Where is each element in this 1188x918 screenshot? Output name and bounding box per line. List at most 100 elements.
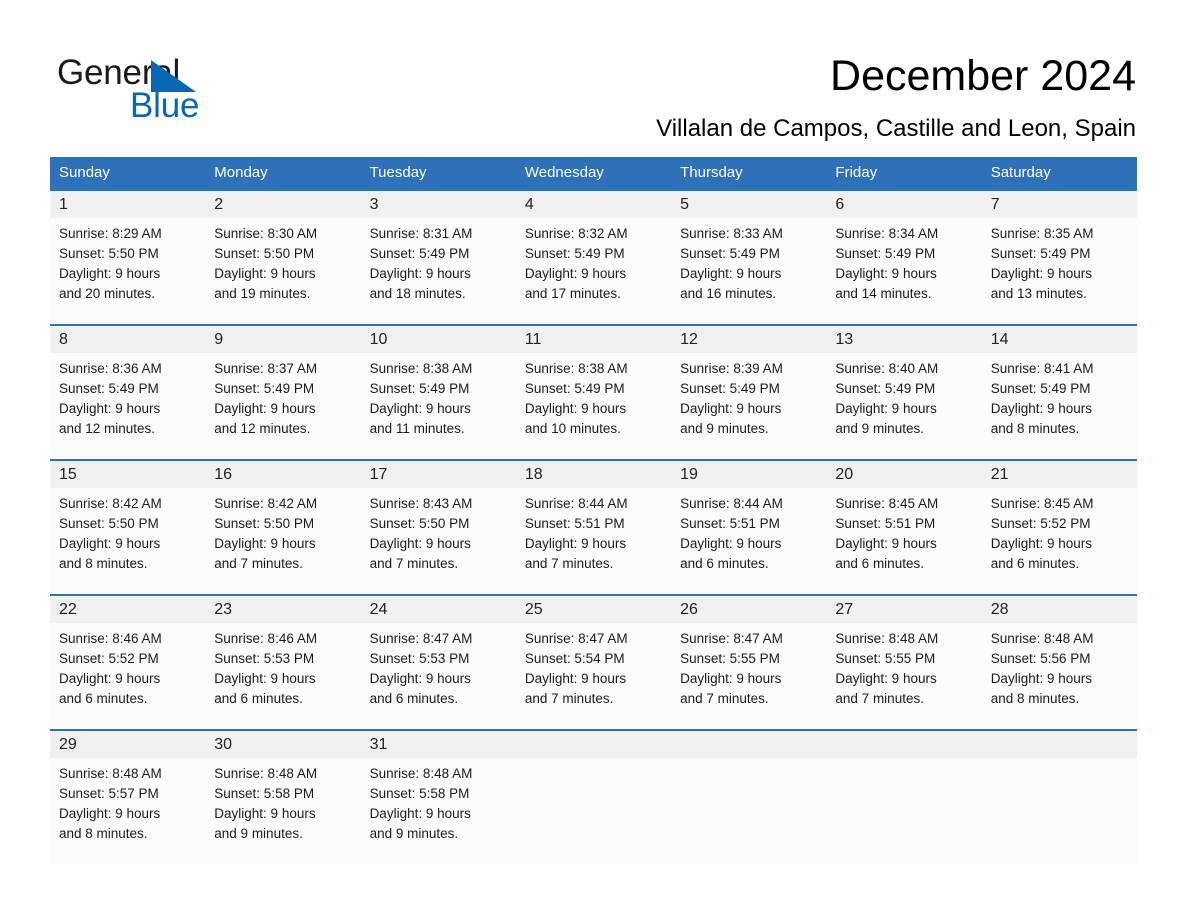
day-cell[interactable]: Sunrise: 8:36 AM Sunset: 5:49 PM Dayligh… bbox=[50, 353, 205, 459]
day-number-band: 15 16 17 18 19 20 21 bbox=[50, 461, 1137, 488]
daylight-text-line1: Daylight: 9 hours bbox=[369, 266, 471, 281]
day-cell[interactable]: Sunrise: 8:47 AM Sunset: 5:53 PM Dayligh… bbox=[361, 623, 516, 729]
day-cell[interactable]: Sunrise: 8:30 AM Sunset: 5:50 PM Dayligh… bbox=[205, 218, 360, 324]
day-cell[interactable]: Sunrise: 8:38 AM Sunset: 5:49 PM Dayligh… bbox=[361, 353, 516, 459]
weekday-header-tuesday: Tuesday bbox=[369, 164, 427, 181]
day-number[interactable]: 2 bbox=[205, 191, 360, 218]
day-cell[interactable]: Sunrise: 8:47 AM Sunset: 5:54 PM Dayligh… bbox=[516, 623, 671, 729]
day-cell[interactable]: Sunrise: 8:44 AM Sunset: 5:51 PM Dayligh… bbox=[516, 488, 671, 594]
day-number[interactable]: 25 bbox=[516, 596, 671, 623]
day-cell[interactable]: Sunrise: 8:48 AM Sunset: 5:57 PM Dayligh… bbox=[50, 758, 205, 864]
daylight-text-line2: and 10 minutes. bbox=[524, 421, 621, 436]
day-number[interactable]: 23 bbox=[205, 596, 360, 623]
day-number-empty bbox=[826, 731, 981, 758]
day-number[interactable]: 26 bbox=[671, 596, 826, 623]
day-number[interactable]: 13 bbox=[826, 326, 981, 353]
weekday-header-friday: Friday bbox=[835, 164, 878, 181]
day-cell[interactable]: Sunrise: 8:35 AM Sunset: 5:49 PM Dayligh… bbox=[982, 218, 1137, 324]
daylight-text-line2: and 6 minutes. bbox=[214, 691, 303, 706]
daylight-text-line2: and 7 minutes. bbox=[214, 556, 303, 571]
day-cell[interactable]: Sunrise: 8:31 AM Sunset: 5:49 PM Dayligh… bbox=[361, 218, 516, 324]
sunrise-text: Sunrise: 8:46 AM bbox=[59, 631, 162, 646]
day-number[interactable]: 12 bbox=[671, 326, 826, 353]
day-number[interactable]: 16 bbox=[205, 461, 360, 488]
day-cell[interactable]: Sunrise: 8:46 AM Sunset: 5:52 PM Dayligh… bbox=[50, 623, 205, 729]
day-number[interactable]: 7 bbox=[982, 191, 1137, 218]
daylight-text-line1: Daylight: 9 hours bbox=[524, 671, 627, 686]
day-cell[interactable]: Sunrise: 8:34 AM Sunset: 5:49 PM Dayligh… bbox=[826, 218, 981, 324]
sunset-text: Sunset: 5:49 PM bbox=[369, 246, 470, 261]
day-number[interactable]: 18 bbox=[516, 461, 671, 488]
day-number[interactable]: 15 bbox=[50, 461, 205, 488]
day-cell[interactable]: Sunrise: 8:45 AM Sunset: 5:52 PM Dayligh… bbox=[982, 488, 1137, 594]
day-number[interactable]: 29 bbox=[50, 731, 205, 758]
day-number[interactable]: 28 bbox=[982, 596, 1137, 623]
day-cell[interactable]: Sunrise: 8:37 AM Sunset: 5:49 PM Dayligh… bbox=[205, 353, 360, 459]
daylight-text-line2: and 17 minutes. bbox=[524, 286, 621, 301]
day-cell[interactable]: Sunrise: 8:40 AM Sunset: 5:49 PM Dayligh… bbox=[826, 353, 981, 459]
day-number[interactable]: 21 bbox=[982, 461, 1137, 488]
sunset-text: Sunset: 5:50 PM bbox=[59, 246, 159, 261]
day-number[interactable]: 5 bbox=[671, 191, 826, 218]
daylight-text-line1: Daylight: 9 hours bbox=[369, 671, 471, 686]
daylight-text-line2: and 13 minutes. bbox=[990, 286, 1087, 301]
day-cell[interactable]: Sunrise: 8:42 AM Sunset: 5:50 PM Dayligh… bbox=[205, 488, 360, 594]
day-detail-band: Sunrise: 8:42 AM Sunset: 5:50 PM Dayligh… bbox=[50, 488, 1137, 594]
day-number[interactable]: 9 bbox=[205, 326, 360, 353]
day-cell[interactable]: Sunrise: 8:33 AM Sunset: 5:49 PM Dayligh… bbox=[671, 218, 826, 324]
sunset-text: Sunset: 5:50 PM bbox=[214, 246, 315, 261]
daylight-text-line2: and 18 minutes. bbox=[369, 286, 466, 301]
day-number[interactable]: 19 bbox=[671, 461, 826, 488]
daylight-text-line2: and 7 minutes. bbox=[524, 691, 614, 706]
day-number[interactable]: 22 bbox=[50, 596, 205, 623]
weekday-header-thursday: Thursday bbox=[680, 164, 743, 181]
day-number[interactable]: 4 bbox=[516, 191, 671, 218]
daylight-text-line2: and 8 minutes. bbox=[990, 691, 1080, 706]
day-number[interactable]: 1 bbox=[50, 191, 205, 218]
day-number[interactable]: 31 bbox=[361, 731, 516, 758]
daylight-text-line1: Daylight: 9 hours bbox=[990, 401, 1092, 416]
sunrise-text: Sunrise: 8:42 AM bbox=[59, 496, 162, 511]
page-header: General Blue December 2024 Villalan de C… bbox=[0, 0, 1188, 155]
day-cell[interactable]: Sunrise: 8:46 AM Sunset: 5:53 PM Dayligh… bbox=[205, 623, 360, 729]
day-number[interactable]: 20 bbox=[826, 461, 981, 488]
daylight-text-line1: Daylight: 9 hours bbox=[835, 536, 937, 551]
day-number-empty bbox=[982, 731, 1137, 758]
day-number[interactable]: 11 bbox=[516, 326, 671, 353]
day-number[interactable]: 24 bbox=[361, 596, 516, 623]
day-number[interactable]: 30 bbox=[205, 731, 360, 758]
sunrise-text: Sunrise: 8:37 AM bbox=[214, 361, 318, 376]
sunrise-text: Sunrise: 8:31 AM bbox=[369, 226, 473, 241]
day-cell[interactable]: Sunrise: 8:45 AM Sunset: 5:51 PM Dayligh… bbox=[826, 488, 981, 594]
day-cell[interactable]: Sunrise: 8:48 AM Sunset: 5:55 PM Dayligh… bbox=[826, 623, 981, 729]
day-number[interactable]: 27 bbox=[826, 596, 981, 623]
day-cell[interactable]: Sunrise: 8:48 AM Sunset: 5:58 PM Dayligh… bbox=[361, 758, 516, 864]
day-cell[interactable]: Sunrise: 8:44 AM Sunset: 5:51 PM Dayligh… bbox=[671, 488, 826, 594]
sunrise-text: Sunrise: 8:48 AM bbox=[835, 631, 939, 646]
daylight-text-line1: Daylight: 9 hours bbox=[835, 671, 937, 686]
day-cell[interactable]: Sunrise: 8:39 AM Sunset: 5:49 PM Dayligh… bbox=[671, 353, 826, 459]
day-cell[interactable]: Sunrise: 8:43 AM Sunset: 5:50 PM Dayligh… bbox=[361, 488, 516, 594]
sunset-text: Sunset: 5:49 PM bbox=[680, 246, 780, 261]
weekday-header-row: Sunday Monday Tuesday Wednesday Thursday… bbox=[50, 157, 1137, 189]
day-cell[interactable]: Sunrise: 8:48 AM Sunset: 5:56 PM Dayligh… bbox=[982, 623, 1137, 729]
sunrise-text: Sunrise: 8:48 AM bbox=[214, 766, 318, 781]
sunrise-text: Sunrise: 8:33 AM bbox=[680, 226, 783, 241]
day-cell[interactable]: Sunrise: 8:48 AM Sunset: 5:58 PM Dayligh… bbox=[205, 758, 360, 864]
day-number[interactable]: 6 bbox=[826, 191, 981, 218]
day-cell[interactable]: Sunrise: 8:32 AM Sunset: 5:49 PM Dayligh… bbox=[516, 218, 671, 324]
day-cell[interactable]: Sunrise: 8:29 AM Sunset: 5:50 PM Dayligh… bbox=[50, 218, 205, 324]
day-number[interactable]: 3 bbox=[361, 191, 516, 218]
day-number-band: 1 2 3 4 5 6 7 bbox=[50, 191, 1137, 218]
day-cell[interactable]: Sunrise: 8:42 AM Sunset: 5:50 PM Dayligh… bbox=[50, 488, 205, 594]
sunrise-text: Sunrise: 8:38 AM bbox=[524, 361, 628, 376]
brand-logo[interactable]: General Blue bbox=[57, 53, 317, 125]
day-cell[interactable]: Sunrise: 8:38 AM Sunset: 5:49 PM Dayligh… bbox=[516, 353, 671, 459]
day-number[interactable]: 14 bbox=[982, 326, 1137, 353]
day-number[interactable]: 17 bbox=[361, 461, 516, 488]
day-number[interactable]: 10 bbox=[361, 326, 516, 353]
day-number[interactable]: 8 bbox=[50, 326, 205, 353]
day-cell-empty bbox=[516, 758, 671, 864]
day-cell[interactable]: Sunrise: 8:41 AM Sunset: 5:49 PM Dayligh… bbox=[982, 353, 1137, 459]
day-cell[interactable]: Sunrise: 8:47 AM Sunset: 5:55 PM Dayligh… bbox=[671, 623, 826, 729]
